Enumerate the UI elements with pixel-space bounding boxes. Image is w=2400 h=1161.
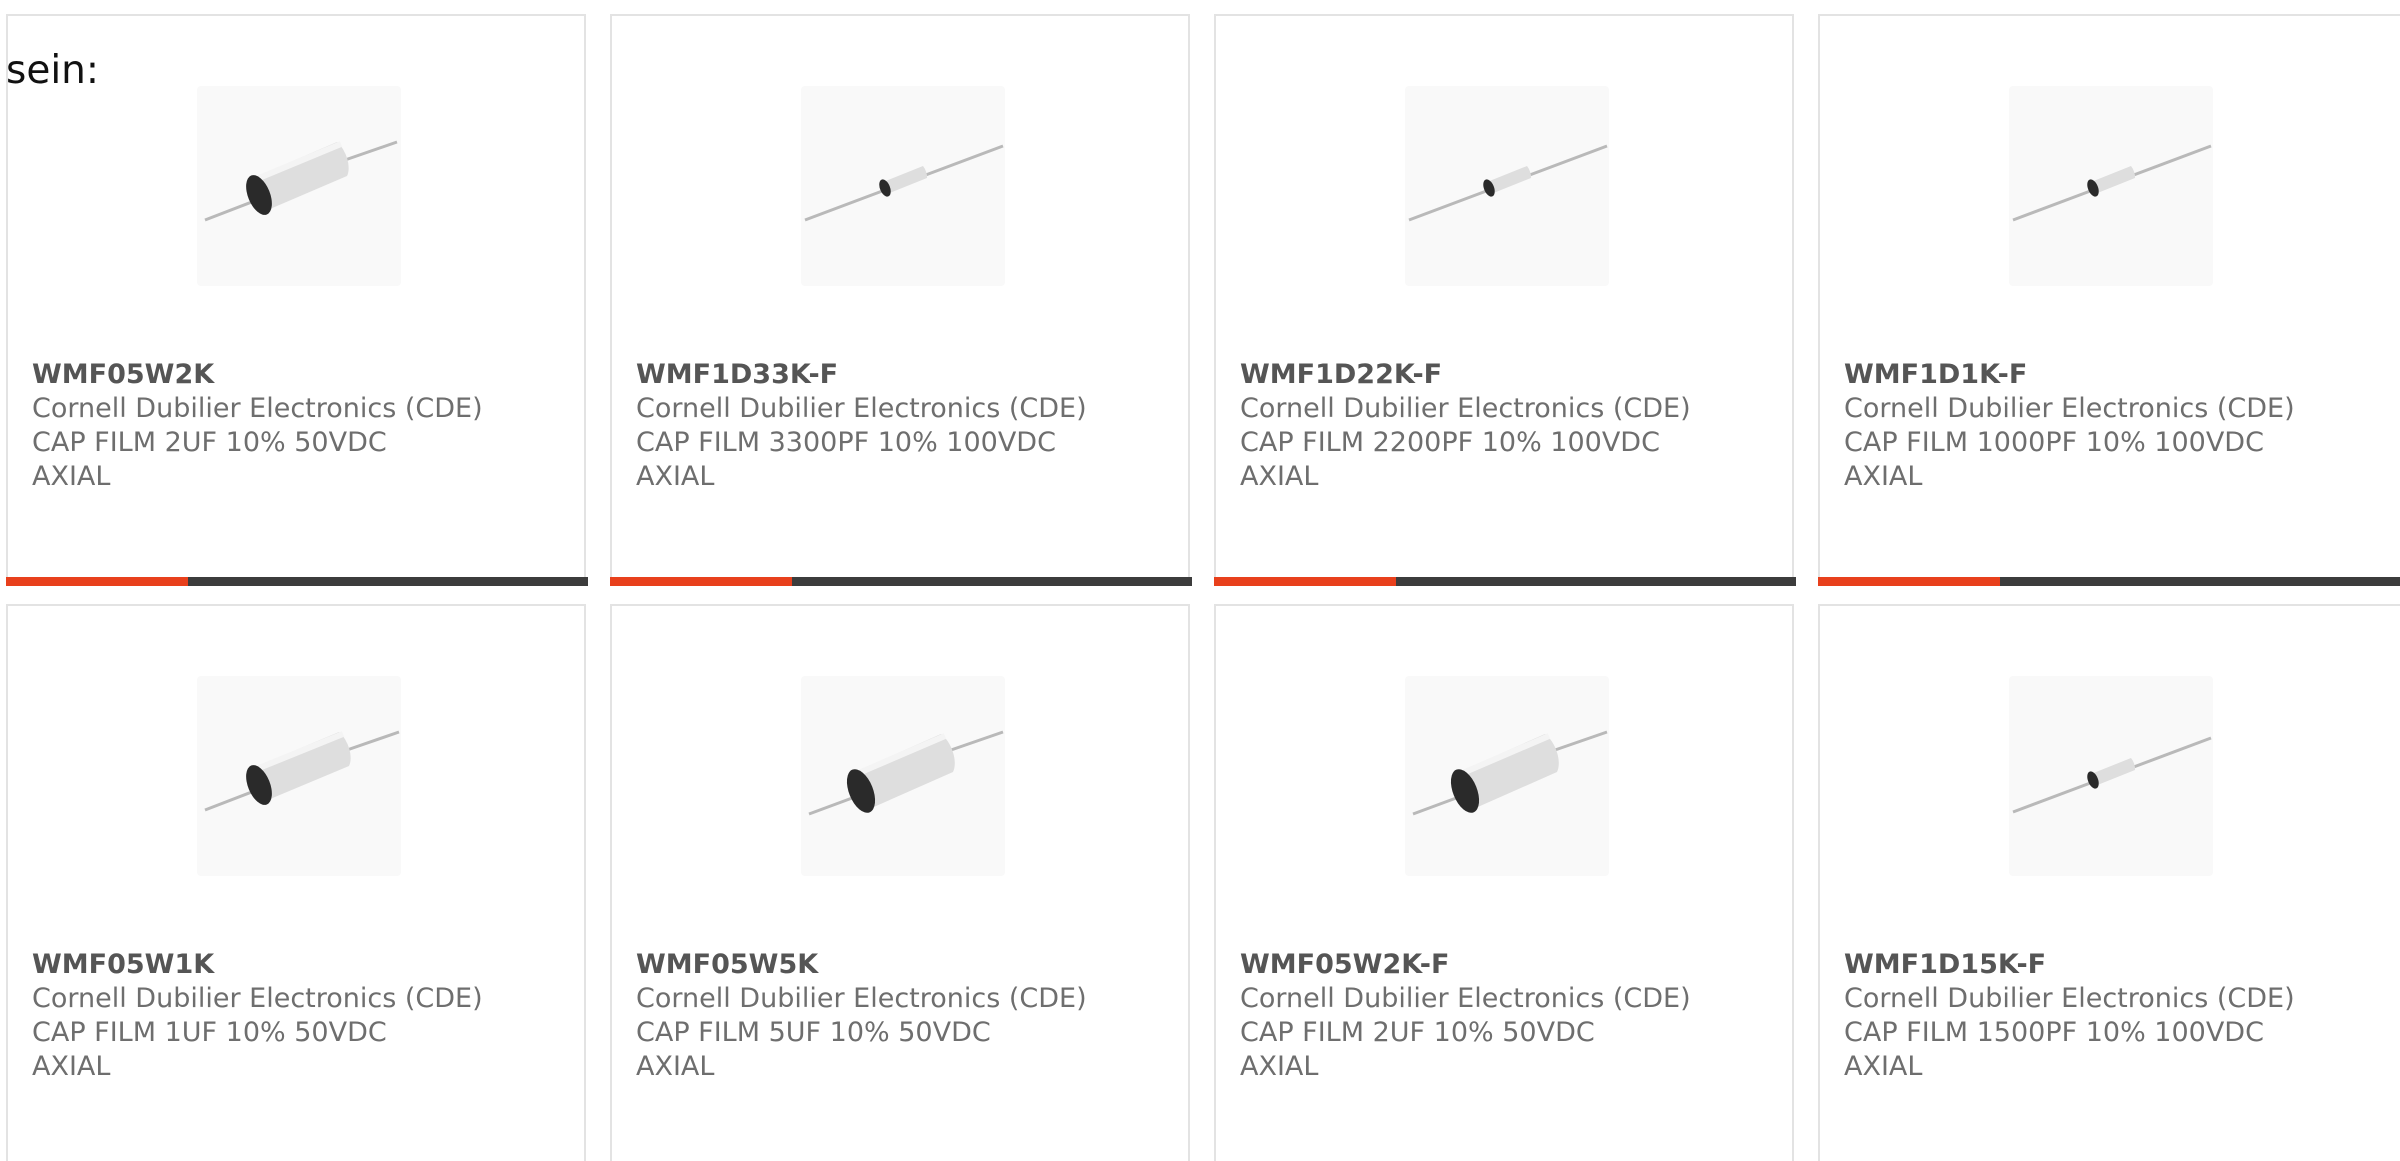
part-number-link[interactable]: WMF1D33K-F bbox=[636, 358, 1156, 392]
product-image[interactable] bbox=[1405, 676, 1609, 876]
product-image[interactable] bbox=[197, 676, 401, 876]
card-bottom-bar bbox=[6, 577, 588, 586]
axial-film-capacitor-large-icon bbox=[1412, 730, 1608, 816]
product-info: WMF1D33K-F Cornell Dubilier Electronics … bbox=[636, 358, 1156, 494]
axial-film-capacitor-small-icon bbox=[2012, 736, 2212, 814]
product-info: WMF05W1K Cornell Dubilier Electronics (C… bbox=[32, 948, 552, 1084]
description: CAP FILM 1500PF 10% 100VDC AXIAL bbox=[1844, 1017, 2264, 1082]
product-image[interactable] bbox=[2009, 86, 2213, 286]
product-card[interactable]: WMF05W5K Cornell Dubilier Electronics (C… bbox=[610, 604, 1190, 1161]
accent-segment bbox=[1214, 577, 1396, 586]
axial-film-capacitor-small-icon bbox=[804, 144, 1004, 222]
product-card[interactable]: WMF1D1K-F Cornell Dubilier Electronics (… bbox=[1818, 14, 2400, 586]
description: CAP FILM 2200PF 10% 100VDC AXIAL bbox=[1240, 427, 1660, 492]
product-image[interactable] bbox=[801, 86, 1005, 286]
description: CAP FILM 5UF 10% 50VDC AXIAL bbox=[636, 1017, 991, 1082]
axial-film-capacitor-large-icon bbox=[204, 730, 400, 812]
manufacturer: Cornell Dubilier Electronics (CDE) bbox=[636, 393, 1087, 424]
product-card[interactable]: WMF1D15K-F Cornell Dubilier Electronics … bbox=[1818, 604, 2400, 1161]
product-image[interactable] bbox=[801, 676, 1005, 876]
product-info: WMF1D1K-F Cornell Dubilier Electronics (… bbox=[1844, 358, 2364, 494]
part-number-link[interactable]: WMF05W2K-F bbox=[1240, 948, 1760, 982]
card-bottom-bar bbox=[1214, 577, 1796, 586]
card-bottom-bar bbox=[1818, 577, 2400, 586]
part-number-link[interactable]: WMF05W2K bbox=[32, 358, 552, 392]
axial-film-capacitor-large-icon bbox=[204, 140, 398, 222]
card-bottom-bar bbox=[610, 577, 1192, 586]
part-number-link[interactable]: WMF1D15K-F bbox=[1844, 948, 2364, 982]
accent-segment bbox=[1818, 577, 2000, 586]
product-card[interactable]: WMF05W2K-F Cornell Dubilier Electronics … bbox=[1214, 604, 1794, 1161]
description: CAP FILM 3300PF 10% 100VDC AXIAL bbox=[636, 427, 1056, 492]
axial-film-capacitor-small-icon bbox=[1408, 144, 1608, 222]
product-info: WMF05W5K Cornell Dubilier Electronics (C… bbox=[636, 948, 1156, 1084]
axial-film-capacitor-large-icon bbox=[808, 730, 1004, 816]
accent-segment bbox=[610, 577, 792, 586]
intro-text: sein: bbox=[6, 48, 100, 93]
page: sein: WMF05W2K Cornell Dubilier Electron… bbox=[0, 0, 2400, 1161]
product-image[interactable] bbox=[197, 86, 401, 286]
product-grid: WMF05W2K Cornell Dubilier Electronics (C… bbox=[0, 0, 2400, 1161]
product-card[interactable]: WMF1D33K-F Cornell Dubilier Electronics … bbox=[610, 14, 1192, 586]
manufacturer: Cornell Dubilier Electronics (CDE) bbox=[1844, 983, 2295, 1014]
product-image[interactable] bbox=[2009, 676, 2213, 876]
product-card[interactable]: WMF1D22K-F Cornell Dubilier Electronics … bbox=[1214, 14, 1796, 586]
manufacturer: Cornell Dubilier Electronics (CDE) bbox=[1844, 393, 2295, 424]
accent-segment bbox=[6, 577, 188, 586]
product-info: WMF1D22K-F Cornell Dubilier Electronics … bbox=[1240, 358, 1760, 494]
manufacturer: Cornell Dubilier Electronics (CDE) bbox=[636, 983, 1087, 1014]
part-number-link[interactable]: WMF1D1K-F bbox=[1844, 358, 2364, 392]
product-card[interactable]: WMF05W2K Cornell Dubilier Electronics (C… bbox=[6, 14, 588, 586]
manufacturer: Cornell Dubilier Electronics (CDE) bbox=[32, 393, 483, 424]
description: CAP FILM 2UF 10% 50VDC AXIAL bbox=[32, 427, 387, 492]
axial-film-capacitor-small-icon bbox=[2012, 144, 2212, 222]
product-image[interactable] bbox=[1405, 86, 1609, 286]
manufacturer: Cornell Dubilier Electronics (CDE) bbox=[1240, 983, 1691, 1014]
description: CAP FILM 2UF 10% 50VDC AXIAL bbox=[1240, 1017, 1595, 1082]
part-number-link[interactable]: WMF05W1K bbox=[32, 948, 552, 982]
manufacturer: Cornell Dubilier Electronics (CDE) bbox=[1240, 393, 1691, 424]
product-info: WMF05W2K Cornell Dubilier Electronics (C… bbox=[32, 358, 552, 494]
description: CAP FILM 1UF 10% 50VDC AXIAL bbox=[32, 1017, 387, 1082]
part-number-link[interactable]: WMF05W5K bbox=[636, 948, 1156, 982]
product-info: WMF1D15K-F Cornell Dubilier Electronics … bbox=[1844, 948, 2364, 1084]
part-number-link[interactable]: WMF1D22K-F bbox=[1240, 358, 1760, 392]
manufacturer: Cornell Dubilier Electronics (CDE) bbox=[32, 983, 483, 1014]
product-info: WMF05W2K-F Cornell Dubilier Electronics … bbox=[1240, 948, 1760, 1084]
product-card[interactable]: WMF05W1K Cornell Dubilier Electronics (C… bbox=[6, 604, 586, 1161]
description: CAP FILM 1000PF 10% 100VDC AXIAL bbox=[1844, 427, 2264, 492]
